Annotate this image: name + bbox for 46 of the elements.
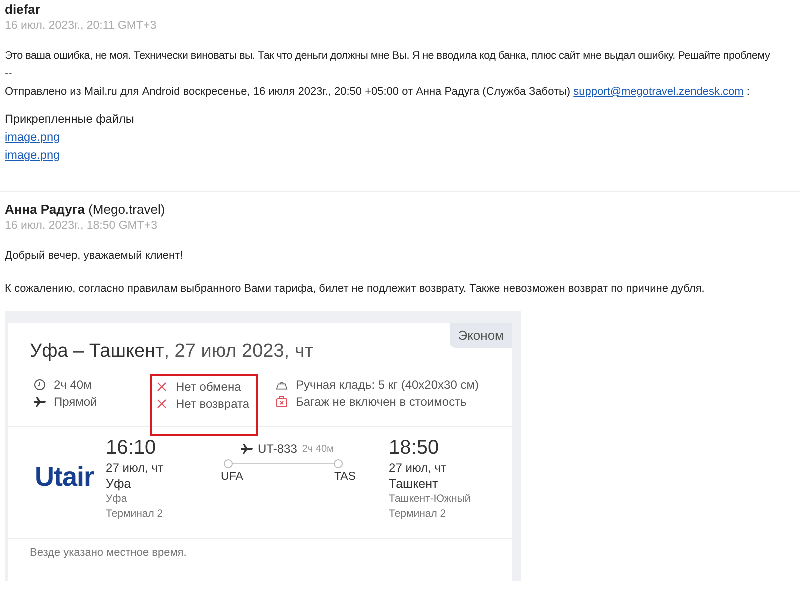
sender-name: diefar <box>5 1 42 19</box>
feature-text: Багаж не включен в стоимость <box>296 395 467 409</box>
message-text: Это ваша ошибка, не моя. Технически виноваты вы. Так что деньги должны мне Вы. Я не вводила код банка, плюс сайт мне выдал ошибку. Решайте проблему <box>5 49 772 64</box>
destination-code: TAS <box>334 471 356 483</box>
message-text: Добрый вечер, уважаемый клиент! <box>5 249 184 264</box>
message-date: 16 июл. 2023г., 18:50 GMT+3 <box>5 220 158 232</box>
arrival-date: 27 июл, чт <box>389 460 448 476</box>
arrival-terminal: Терминал 2 <box>389 507 448 522</box>
sender-name: Анна Радуга <box>5 202 85 217</box>
airline-logo: Utair <box>34 461 94 493</box>
suitcase-icon <box>276 396 288 408</box>
email-link[interactable]: support@megotravel.zendesk.com <box>574 86 744 98</box>
arrival-airport: Ташкент-Южный <box>389 492 472 507</box>
arrival-city: Ташкент <box>389 476 440 492</box>
signature-separator: -- <box>5 67 14 82</box>
departure-date: 27 июл, чт <box>106 460 165 476</box>
attachments-title: Прикрепленные файлы <box>5 111 136 128</box>
attachment-link[interactable]: image.png <box>5 146 60 164</box>
quote-header: Отправлено из Mail.ru для Android воскресенье, 16 июля 2023г., 20:50 +05:00 от Анна Радуга (Служба Заботы) support@megotravel.zendesk.com : <box>5 85 751 100</box>
feature-text: Прямой <box>54 395 98 409</box>
feature-text: Ручная кладь: 5 кг (40x20x30 см) <box>296 378 479 392</box>
plane-icon <box>241 443 254 455</box>
attachment-link[interactable]: image.png <box>5 128 60 146</box>
cross-icon <box>156 381 168 393</box>
flight-duration: 2ч 40м <box>302 444 334 454</box>
departure-airport: Уфа <box>106 492 128 507</box>
time-note: Везде указано местное время. <box>29 546 188 559</box>
origin-code: UFA <box>221 471 244 483</box>
flight-number: UT-833 <box>258 442 298 456</box>
feature-text: Нет обмена <box>176 380 242 394</box>
sender-org: (Mego.travel) <box>88 202 166 217</box>
departure-city: Уфа <box>106 476 132 492</box>
bag-icon <box>276 379 288 391</box>
flight-date: , 27 июл 2023, чт <box>164 341 314 362</box>
departure-terminal: Терминал 2 <box>106 507 164 522</box>
route-title: Уфа – Ташкент <box>30 341 164 362</box>
feature-text: Нет возврата <box>176 397 250 411</box>
plane-icon <box>34 396 46 408</box>
feature-text: 2ч 40м <box>54 378 92 392</box>
clock-icon <box>34 379 46 391</box>
arrival-time: 18:50 <box>389 437 440 460</box>
message-text: К сожалению, согласно правилам выбранного Вами тарифа, билет не подлежит возврату. Также невозможен возврат по причине дубля. <box>5 282 706 297</box>
cross-icon <box>156 398 168 410</box>
departure-time: 16:10 <box>106 437 158 460</box>
message-date: 16 июл. 2023г., 20:11 GMT+3 <box>5 20 158 32</box>
fare-class-badge: Эконом <box>450 323 512 348</box>
